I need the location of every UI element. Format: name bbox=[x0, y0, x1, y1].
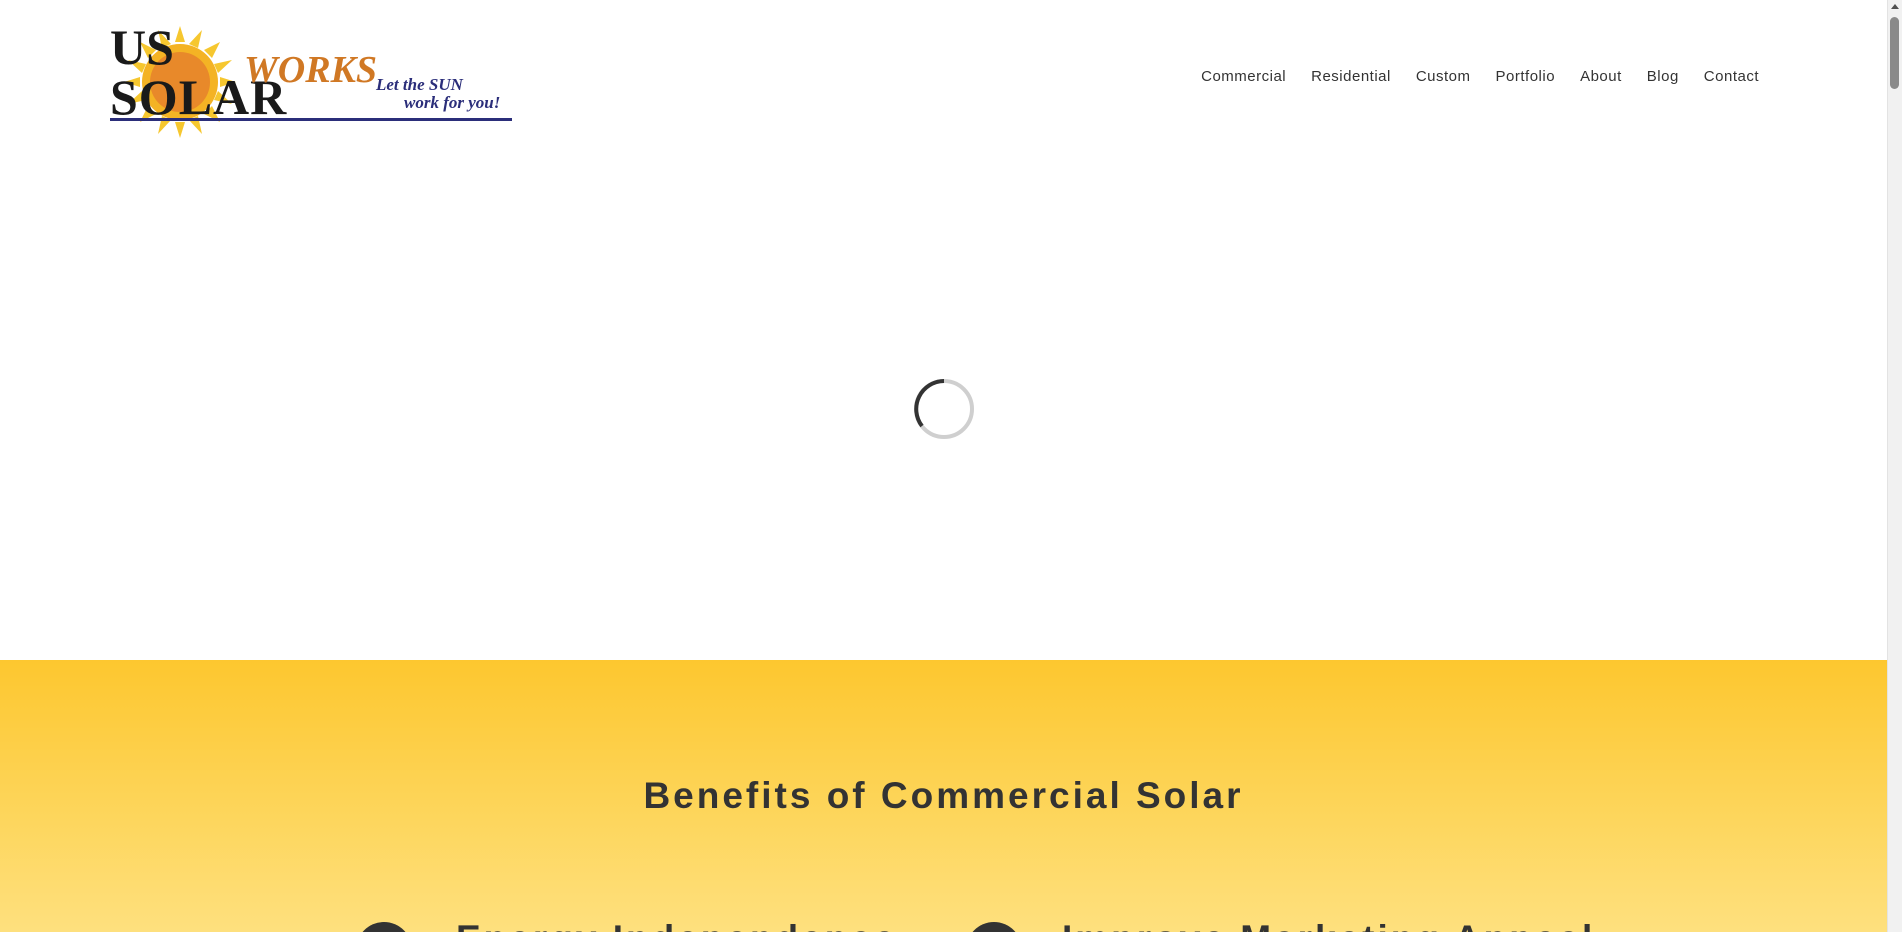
loading-spinner-icon bbox=[913, 378, 975, 440]
svg-text:Let the SUN: Let the SUN bbox=[375, 75, 464, 94]
nav-item-commercial[interactable]: Commercial bbox=[1189, 66, 1299, 87]
scroll-up-arrow-icon[interactable] bbox=[1891, 4, 1899, 9]
page-scrollbar[interactable] bbox=[1887, 0, 1902, 932]
nav-item-blog[interactable]: Blog bbox=[1634, 66, 1691, 87]
nav-item-custom[interactable]: Custom bbox=[1403, 66, 1483, 87]
benefits-section: Benefits of Commercial Solar Energy Inde… bbox=[0, 660, 1887, 932]
nav-item-residential[interactable]: Residential bbox=[1299, 66, 1404, 87]
benefit-label: Improve Marketing Appeal bbox=[1062, 918, 1595, 932]
benefit-label: Energy Independence bbox=[456, 918, 898, 932]
benefit-icon bbox=[966, 922, 1022, 932]
hero-slider bbox=[0, 150, 1887, 660]
site-header: US SOLAR WORKS Let the SUN work for you!… bbox=[0, 0, 1887, 150]
benefits-title: Benefits of Commercial Solar bbox=[643, 775, 1244, 816]
scroll-thumb[interactable] bbox=[1890, 17, 1899, 89]
nav-item-contact[interactable]: Contact bbox=[1691, 66, 1759, 87]
svg-text:US: US bbox=[110, 22, 174, 75]
benefit-icon bbox=[356, 922, 412, 932]
main-nav: Commercial Residential Custom Portfolio … bbox=[1189, 66, 1759, 87]
svg-text:work for you!: work for you! bbox=[404, 93, 500, 112]
logo-graphic: US SOLAR WORKS Let the SUN work for you! bbox=[110, 22, 512, 138]
page: US SOLAR WORKS Let the SUN work for you!… bbox=[0, 0, 1887, 932]
site-logo[interactable]: US SOLAR WORKS Let the SUN work for you! bbox=[108, 22, 513, 140]
svg-text:WORKS: WORKS bbox=[244, 49, 377, 91]
nav-item-about[interactable]: About bbox=[1568, 66, 1635, 87]
nav-item-portfolio[interactable]: Portfolio bbox=[1483, 66, 1568, 87]
